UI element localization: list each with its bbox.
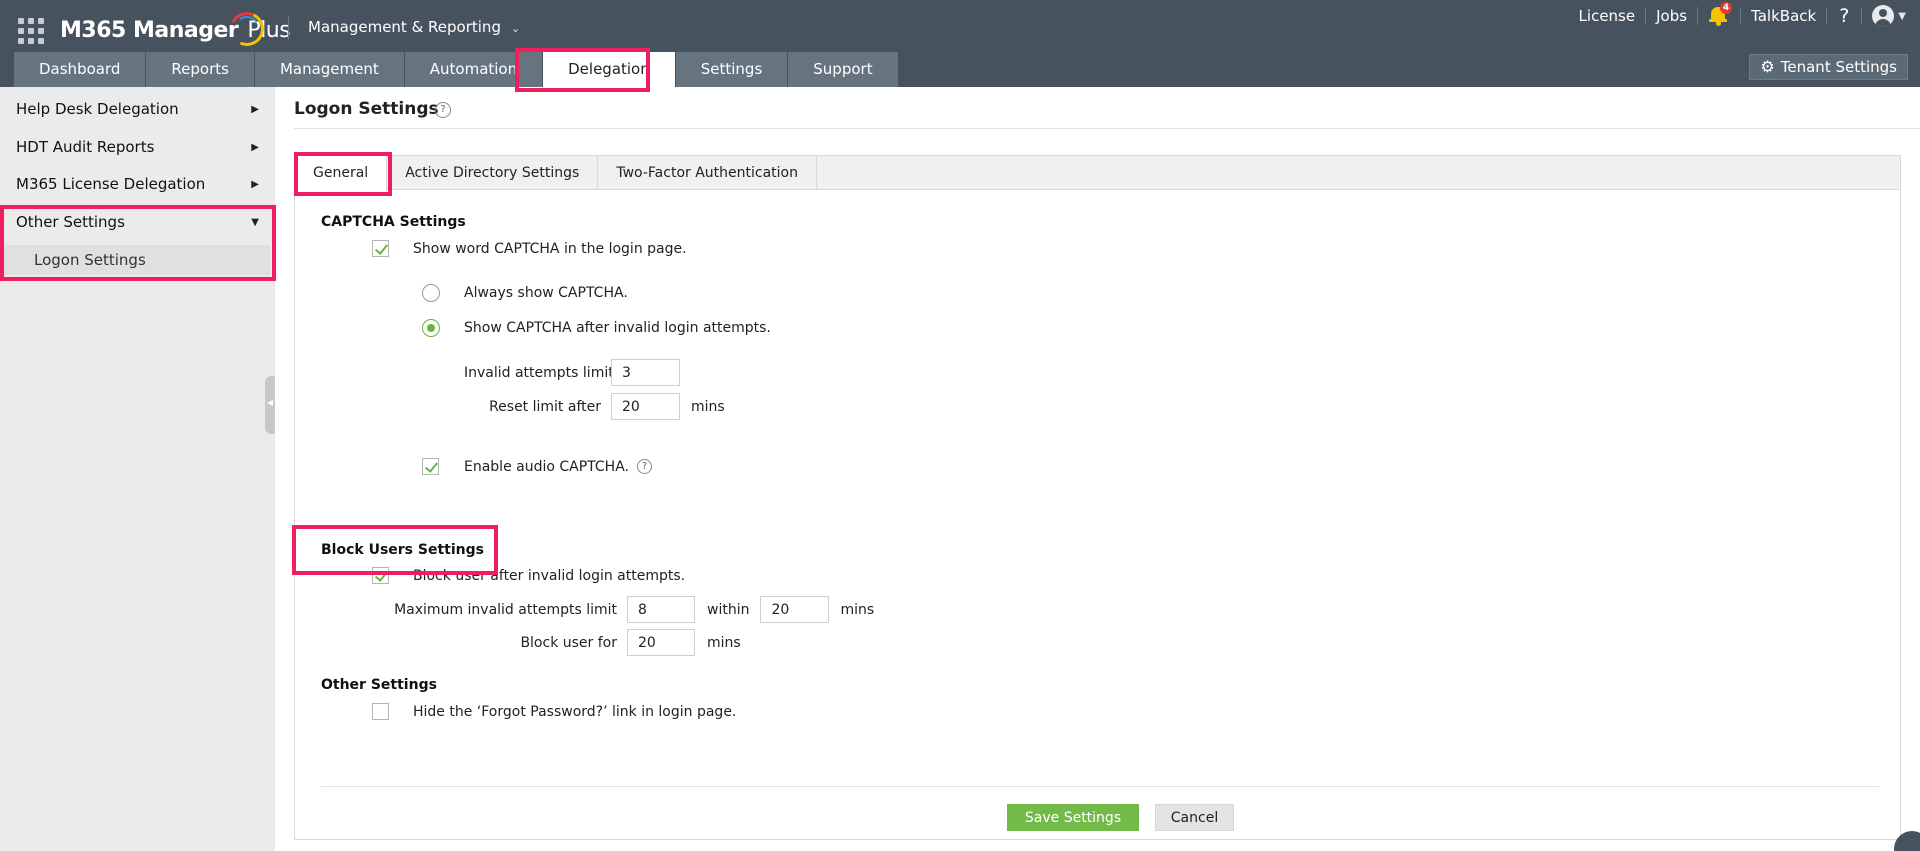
sidebar-item-other-settings[interactable]: Other Settings ▼ <box>0 204 275 241</box>
user-menu[interactable]: ▼ <box>1872 5 1906 27</box>
divider <box>294 128 1920 129</box>
top-bar: M365 Manager Plus Management & Reporting… <box>0 0 1920 87</box>
within-input[interactable] <box>760 596 830 623</box>
audio-captcha-label: Enable audio CAPTCHA. <box>464 458 629 475</box>
caret-down-icon: ▼ <box>1898 10 1906 22</box>
sidebar-item-label: Other Settings <box>16 213 125 231</box>
help-icon[interactable]: ? <box>435 102 451 118</box>
nav-tab-support[interactable]: Support <box>788 52 899 87</box>
show-after-invalid-row: Show CAPTCHA after invalid login attempt… <box>422 319 771 337</box>
show-after-invalid-label: Show CAPTCHA after invalid login attempt… <box>464 320 771 336</box>
divider <box>321 786 1879 787</box>
tab-active-directory-settings[interactable]: Active Directory Settings <box>387 156 599 190</box>
help-icon[interactable]: ? <box>1827 5 1861 27</box>
show-captcha-label: Show word CAPTCHA in the login page. <box>413 240 687 257</box>
show-after-invalid-radio[interactable] <box>422 319 440 337</box>
max-attempts-label: Maximum invalid attempts limit <box>394 601 617 618</box>
notifications-bell-icon[interactable]: 4 <box>1708 2 1733 27</box>
caret-down-icon: ▼ <box>251 217 259 228</box>
divider <box>1861 7 1863 25</box>
invalid-attempts-label: Invalid attempts limit <box>464 364 614 381</box>
always-show-label: Always show CAPTCHA. <box>464 285 628 301</box>
invalid-attempts-row: Invalid attempts limit <box>464 359 680 386</box>
user-avatar-icon <box>1872 5 1895 27</box>
page-title: Logon Settings <box>294 99 439 119</box>
main-nav: Dashboard Reports Management Automation … <box>14 52 899 87</box>
block-user-row: Block user after invalid login attempts. <box>372 567 685 584</box>
nav-tab-delegation[interactable]: Delegation <box>543 52 676 87</box>
block-for-row: Block user for mins <box>391 629 741 656</box>
settings-panel: General Active Directory Settings Two-Fa… <box>294 155 1901 840</box>
module-switcher[interactable]: Management & Reporting ⌄ <box>308 18 520 36</box>
hide-forgot-row: Hide the ‘Forgot Password?’ link in logi… <box>372 703 736 720</box>
audio-captcha-row: Enable audio CAPTCHA. ? <box>422 458 652 475</box>
sidebar-subitem-logon-settings[interactable]: Logon Settings <box>0 245 270 275</box>
tab-two-factor-authentication[interactable]: Two-Factor Authentication <box>598 156 817 190</box>
nav-tab-reports[interactable]: Reports <box>146 52 255 87</box>
sidebar-item-help-desk-delegation[interactable]: Help Desk Delegation ▶ <box>0 91 275 128</box>
notification-count-badge: 4 <box>1720 2 1733 14</box>
caret-right-icon: ▶ <box>251 104 259 115</box>
block-users-heading: Block Users Settings <box>321 542 484 558</box>
sidebar-item-m365-license-delegation[interactable]: M365 License Delegation ▶ <box>0 166 275 203</box>
block-for-input[interactable] <box>627 629 695 656</box>
invalid-attempts-input[interactable] <box>611 359 680 386</box>
audio-captcha-checkbox[interactable] <box>422 458 439 475</box>
help-icon[interactable]: ? <box>637 459 652 474</box>
reset-limit-unit: mins <box>691 398 725 415</box>
caret-right-icon: ▶ <box>251 179 259 190</box>
sidebar-item-label: M365 License Delegation <box>16 175 206 193</box>
jobs-link[interactable]: Jobs <box>1646 7 1697 25</box>
app-grid-icon[interactable] <box>18 18 44 44</box>
other-settings-heading: Other Settings <box>321 677 437 693</box>
divider <box>288 16 289 40</box>
gear-icon: ⚙ <box>1760 57 1775 76</box>
always-show-radio[interactable] <box>422 284 440 302</box>
license-link[interactable]: License <box>1569 7 1646 25</box>
within-label: within <box>707 601 750 618</box>
reset-limit-input[interactable] <box>611 393 680 420</box>
max-attempts-input[interactable] <box>627 596 695 623</box>
cancel-button[interactable]: Cancel <box>1155 804 1234 831</box>
nav-tab-dashboard[interactable]: Dashboard <box>14 52 147 87</box>
sidebar-item-hdt-audit-reports[interactable]: HDT Audit Reports ▶ <box>0 129 275 166</box>
show-captcha-checkbox[interactable] <box>372 240 389 257</box>
within-unit: mins <box>840 601 875 618</box>
block-user-checkbox[interactable] <box>372 567 389 584</box>
save-settings-button[interactable]: Save Settings <box>1007 804 1139 831</box>
tab-general[interactable]: General <box>295 156 388 191</box>
max-attempts-row: Maximum invalid attempts limit within mi… <box>391 596 874 623</box>
talkback-link[interactable]: TalkBack <box>1741 7 1826 25</box>
block-user-label: Block user after invalid login attempts. <box>413 567 686 584</box>
main-content: Logon Settings ? General Active Director… <box>275 87 1920 851</box>
module-switcher-label: Management & Reporting <box>308 18 501 36</box>
nav-tab-management[interactable]: Management <box>254 52 405 87</box>
caret-left-icon: ◀ <box>267 398 274 407</box>
reset-limit-row: Reset limit after mins <box>464 393 725 420</box>
nav-tab-settings[interactable]: Settings <box>675 52 789 87</box>
nav-tab-automation[interactable]: Automation <box>404 52 544 87</box>
always-show-row: Always show CAPTCHA. <box>422 284 628 302</box>
settings-tabs: General Active Directory Settings Two-Fa… <box>295 156 1900 191</box>
show-captcha-row: Show word CAPTCHA in the login page. <box>372 240 687 257</box>
tenant-settings-label: Tenant Settings <box>1780 58 1897 76</box>
block-for-unit: mins <box>707 634 741 651</box>
sidebar: Help Desk Delegation ▶ HDT Audit Reports… <box>0 87 275 851</box>
captcha-settings-heading: CAPTCHA Settings <box>321 214 466 230</box>
divider <box>1697 7 1699 25</box>
sidebar-item-label: HDT Audit Reports <box>16 138 155 156</box>
hide-forgot-password-checkbox[interactable] <box>372 703 389 720</box>
top-right-links: License Jobs 4 TalkBack ? ▼ <box>1569 0 1920 32</box>
hide-forgot-password-label: Hide the ‘Forgot Password?’ link in logi… <box>413 703 737 720</box>
chevron-down-icon: ⌄ <box>510 22 521 35</box>
block-for-label: Block user for <box>520 634 617 651</box>
tenant-settings-button[interactable]: ⚙ Tenant Settings <box>1749 54 1908 80</box>
sidebar-item-label: Help Desk Delegation <box>16 100 179 118</box>
reset-limit-label: Reset limit after <box>489 398 601 415</box>
sidebar-collapse-handle[interactable]: ◀ <box>265 376 275 434</box>
caret-right-icon: ▶ <box>251 142 259 153</box>
